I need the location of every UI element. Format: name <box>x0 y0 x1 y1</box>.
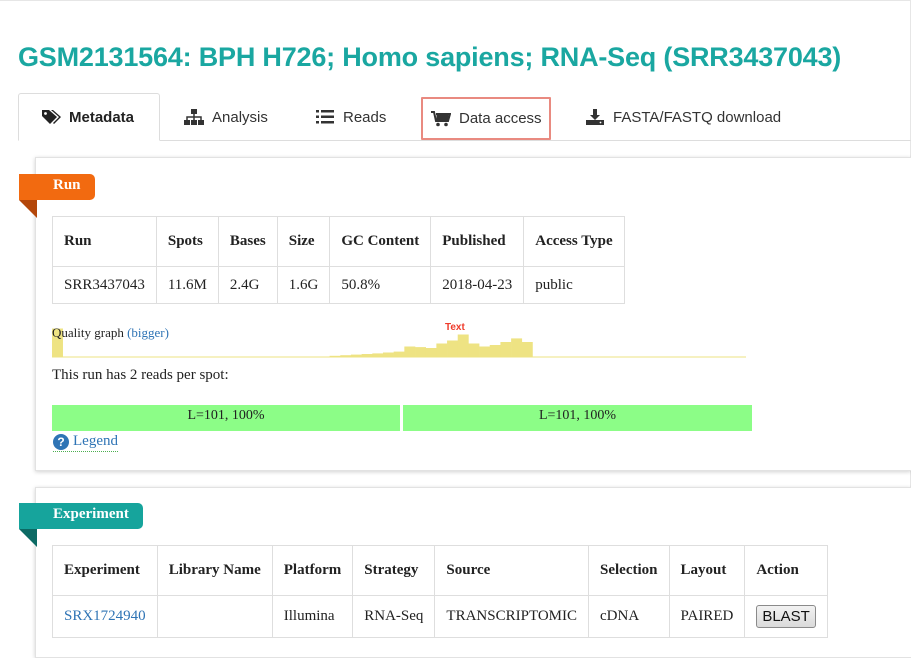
header-run: Run <box>52 216 157 267</box>
experiment-table: Experiment Library Name Platform Strateg… <box>52 545 828 638</box>
quality-graph-bar <box>404 346 416 357</box>
run-ribbon-fold <box>19 200 37 218</box>
table-row: SRX1724940 Illumina RNA-Seq TRANSCRIPTOM… <box>52 595 828 638</box>
quality-graph-bar <box>350 354 362 357</box>
quality-graph-bar <box>329 355 341 357</box>
cell-platform: Illumina <box>271 595 354 638</box>
quality-graph-overlay-text: Text <box>445 322 465 333</box>
quality-graph-bar <box>436 343 448 357</box>
header-experiment: Experiment <box>52 545 158 596</box>
cell-run: SRR3437043 <box>52 266 157 304</box>
header-size: Size <box>276 216 331 267</box>
tab-label: Reads <box>343 108 387 126</box>
quality-graph-bar <box>500 342 512 357</box>
header-selection: Selection <box>588 545 670 596</box>
read-bar-1: L=101, 100% <box>52 405 400 431</box>
cell-size: 1.6G <box>276 266 331 304</box>
header-source: Source <box>434 545 590 596</box>
sitemap-icon <box>184 108 204 126</box>
header-strategy: Strategy <box>352 545 436 596</box>
cell-source: TRANSCRIPTOMIC <box>434 595 590 638</box>
cell-selection: cDNA <box>588 595 670 638</box>
table-header-row: Experiment Library Name Platform Strateg… <box>52 545 828 596</box>
quality-graph-bar <box>361 354 373 357</box>
quality-graph-bar <box>457 334 469 357</box>
quality-graph-bigger-link[interactable]: (bigger) <box>127 325 169 340</box>
cell-access-type: public <box>523 266 625 304</box>
cell-spots: 11.6M <box>155 266 219 304</box>
tab-data-access[interactable]: Data access <box>421 97 551 140</box>
tab-label: Metadata <box>69 108 135 126</box>
question-circle-icon: ? <box>53 433 69 450</box>
quality-graph-bar <box>489 345 501 357</box>
quality-graph-bar <box>393 351 405 357</box>
header-spots: Spots <box>155 216 219 267</box>
top-border <box>0 0 911 1</box>
reads-per-spot-text: This run has 2 reads per spot: <box>52 367 229 383</box>
list-icon <box>315 108 335 126</box>
cell-gc-content: 50.8% <box>329 266 432 304</box>
cell-action: BLAST <box>744 595 828 638</box>
quality-graph-bar <box>425 348 437 357</box>
tab-reads[interactable]: Reads <box>315 93 386 141</box>
run-table: Run Spots Bases Size GC Content Publishe… <box>52 216 625 304</box>
cell-experiment: SRX1724940 <box>52 595 158 638</box>
header-published: Published <box>430 216 525 267</box>
header-bases: Bases <box>217 216 278 267</box>
tab-metadata[interactable]: Metadata <box>18 93 160 141</box>
experiment-ribbon-fold <box>19 529 37 547</box>
read-bar-2: L=101, 100% <box>403 405 752 431</box>
run-ribbon: Run <box>19 174 95 200</box>
header-platform: Platform <box>271 545 354 596</box>
cell-layout: PAIRED <box>668 595 746 638</box>
header-access-type: Access Type <box>523 216 625 267</box>
header-library-name: Library Name <box>156 545 273 596</box>
cell-published: 2018-04-23 <box>430 266 525 304</box>
header-layout: Layout <box>668 545 746 596</box>
header-action: Action <box>744 545 828 596</box>
tab-fasta-download[interactable]: FASTA/FASTQ download <box>585 93 781 141</box>
tab-label: Data access <box>459 110 542 127</box>
experiment-link[interactable]: SRX1724940 <box>64 608 146 624</box>
legend-label: Legend <box>73 433 118 449</box>
quality-graph-bar <box>521 342 533 357</box>
tab-label: FASTA/FASTQ download <box>613 108 782 126</box>
download-icon <box>585 108 605 126</box>
tags-icon <box>41 108 61 126</box>
page-title: GSM2131564: BPH H726; Homo sapiens; RNA-… <box>18 42 842 72</box>
legend-link[interactable]: ? Legend <box>53 433 118 452</box>
cell-strategy: RNA-Seq <box>352 595 436 638</box>
quality-graph-bar <box>382 352 394 357</box>
table-row: SRR3437043 11.6M 2.4G 1.6G 50.8% 2018-04… <box>52 266 625 304</box>
quality-graph-bar <box>447 340 459 357</box>
blast-button[interactable]: BLAST <box>756 605 816 628</box>
table-header-row: Run Spots Bases Size GC Content Publishe… <box>52 216 625 267</box>
cell-library-name <box>156 595 273 638</box>
quality-graph-bar <box>511 338 523 357</box>
quality-graph-bar <box>479 346 491 357</box>
tab-analysis[interactable]: Analysis <box>184 93 268 141</box>
header-gc-content: GC Content <box>329 216 432 267</box>
experiment-ribbon: Experiment <box>19 503 143 529</box>
quality-graph-bar <box>340 355 352 357</box>
quality-graph-label: Quality graph (bigger) <box>52 325 169 341</box>
quality-graph-bar <box>415 347 426 357</box>
cell-bases: 2.4G <box>217 266 278 304</box>
quality-graph-bar <box>468 343 480 357</box>
quality-graph-title: Quality graph <box>52 325 124 340</box>
quality-graph-bar <box>372 353 384 357</box>
tab-label: Analysis <box>212 108 268 126</box>
cart-icon <box>431 110 451 128</box>
